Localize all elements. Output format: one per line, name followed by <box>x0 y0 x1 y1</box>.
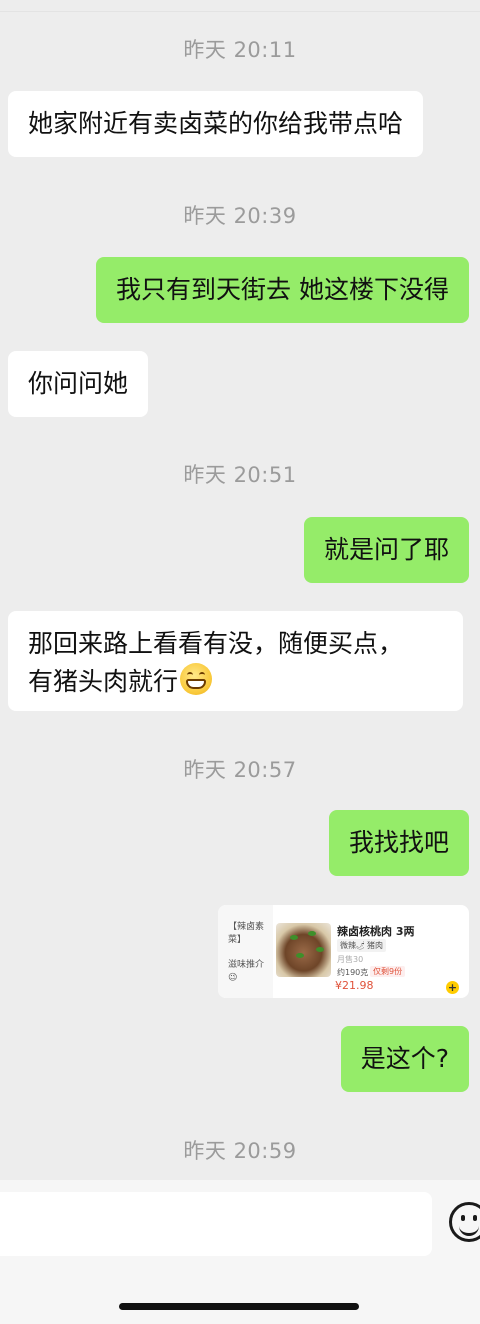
message-bubble-outgoing[interactable]: 就是问了耶 <box>303 517 469 583</box>
message-bubble-outgoing[interactable]: 是这个? <box>340 1026 469 1092</box>
timestamp: 昨天 20:51 <box>183 463 297 487</box>
product-title: 辣卤核桃肉 3两 <box>337 925 415 938</box>
home-indicator[interactable] <box>119 1303 359 1310</box>
top-edge <box>0 0 480 12</box>
stock-remaining-badge: 仅剩9份 <box>370 966 406 977</box>
message-bubble-outgoing[interactable]: 我只有到天街去 她这楼下没得 <box>96 257 469 323</box>
category-item: 【辣卤素菜】 <box>228 922 265 945</box>
timestamp: 昨天 20:11 <box>183 38 297 62</box>
monthly-sales: 月售30 <box>337 955 364 964</box>
category-sidebar: 【辣卤素菜】 滋味推介😉 <box>218 905 273 998</box>
timestamp: 昨天 20:39 <box>183 204 297 228</box>
timestamp: 昨天 20:59 <box>183 1139 297 1163</box>
bottom-safe-area <box>0 1270 480 1324</box>
add-to-cart-button[interactable]: + <box>446 981 459 994</box>
message-line-with-emoji: 有猪头肉就行 <box>28 663 443 701</box>
input-bar <box>0 1180 480 1270</box>
smiley-face-icon[interactable] <box>449 1202 480 1242</box>
message-text: 有猪头肉就行 <box>28 667 179 696</box>
message-bubble-incoming[interactable]: 那回来路上看看有没，随便买点， 有猪头肉就行 <box>8 611 463 711</box>
message-bubble-outgoing[interactable]: 我找找吧 <box>328 810 469 876</box>
message-bubble-incoming[interactable]: 她家附近有卖卤菜的你给我带点哈 <box>8 91 424 157</box>
product-weight: 约190克 <box>337 968 369 977</box>
timestamp: 昨天 20:57 <box>183 758 297 782</box>
shared-product-card[interactable]: 【辣卤素菜】 滋味推介😉 辣卤核桃肉 3两 微辣🌶 猪肉 月售30 约190克 … <box>218 905 469 998</box>
grinning-face-icon <box>180 663 213 695</box>
product-tag: 猪肉 <box>364 939 386 952</box>
message-line: 那回来路上看看有没，随便买点， <box>28 629 404 658</box>
category-item: 滋味推介😉 <box>228 960 265 983</box>
product-price: ¥21.98 <box>335 979 374 992</box>
product-image <box>276 923 331 977</box>
message-input[interactable] <box>0 1192 432 1256</box>
message-bubble-incoming[interactable]: 你问问她 <box>8 351 149 417</box>
